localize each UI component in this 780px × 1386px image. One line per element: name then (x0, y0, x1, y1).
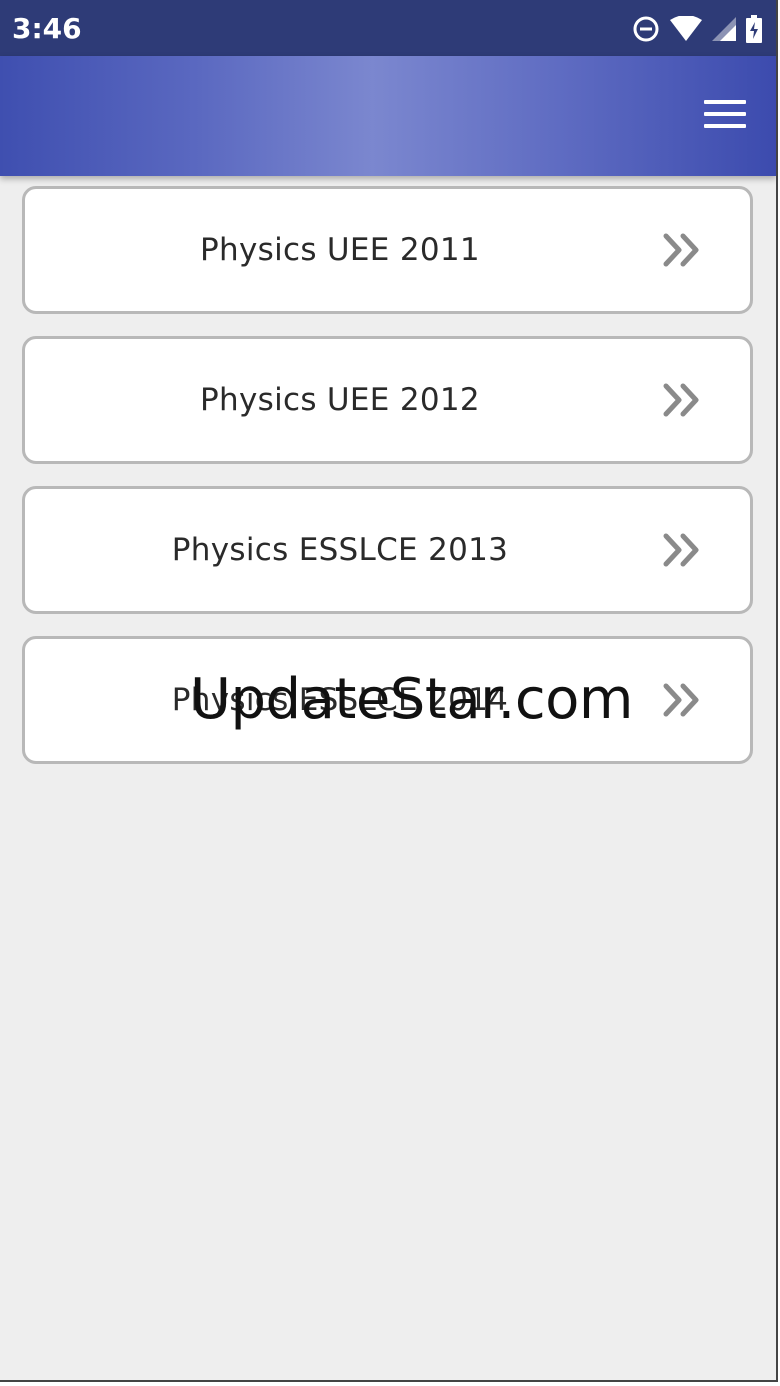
status-time: 3:46 (12, 12, 82, 45)
wifi-icon (670, 16, 702, 41)
list-item-label: Physics ESSLCE 2014 (171, 682, 509, 718)
status-bar: 3:46 (0, 0, 776, 56)
list-item-physics-esslce-2014[interactable]: Physics ESSLCE 2014 (22, 636, 753, 764)
exam-list: Physics UEE 2011 Physics UEE 2012 Physic… (22, 186, 753, 786)
app-bar (0, 56, 776, 176)
list-item-physics-uee-2011[interactable]: Physics UEE 2011 (22, 186, 753, 314)
hamburger-menu-icon[interactable] (704, 100, 746, 130)
battery-charging-icon (746, 15, 762, 43)
phone-screen: 3:46 Physics UEE 2011 Physics UEE 2012 P… (0, 0, 778, 1382)
list-item-label: Physics UEE 2011 (200, 232, 480, 268)
do-not-disturb-icon (633, 16, 659, 42)
double-chevron-right-icon (663, 683, 699, 717)
list-item-physics-uee-2012[interactable]: Physics UEE 2012 (22, 336, 753, 464)
list-item-physics-esslce-2013[interactable]: Physics ESSLCE 2013 (22, 486, 753, 614)
list-item-label: Physics ESSLCE 2013 (171, 532, 509, 568)
cell-signal-icon (712, 17, 736, 41)
status-icons (632, 14, 762, 44)
list-item-label: Physics UEE 2012 (200, 382, 480, 418)
double-chevron-right-icon (663, 533, 699, 567)
double-chevron-right-icon (663, 383, 699, 417)
double-chevron-right-icon (663, 233, 699, 267)
